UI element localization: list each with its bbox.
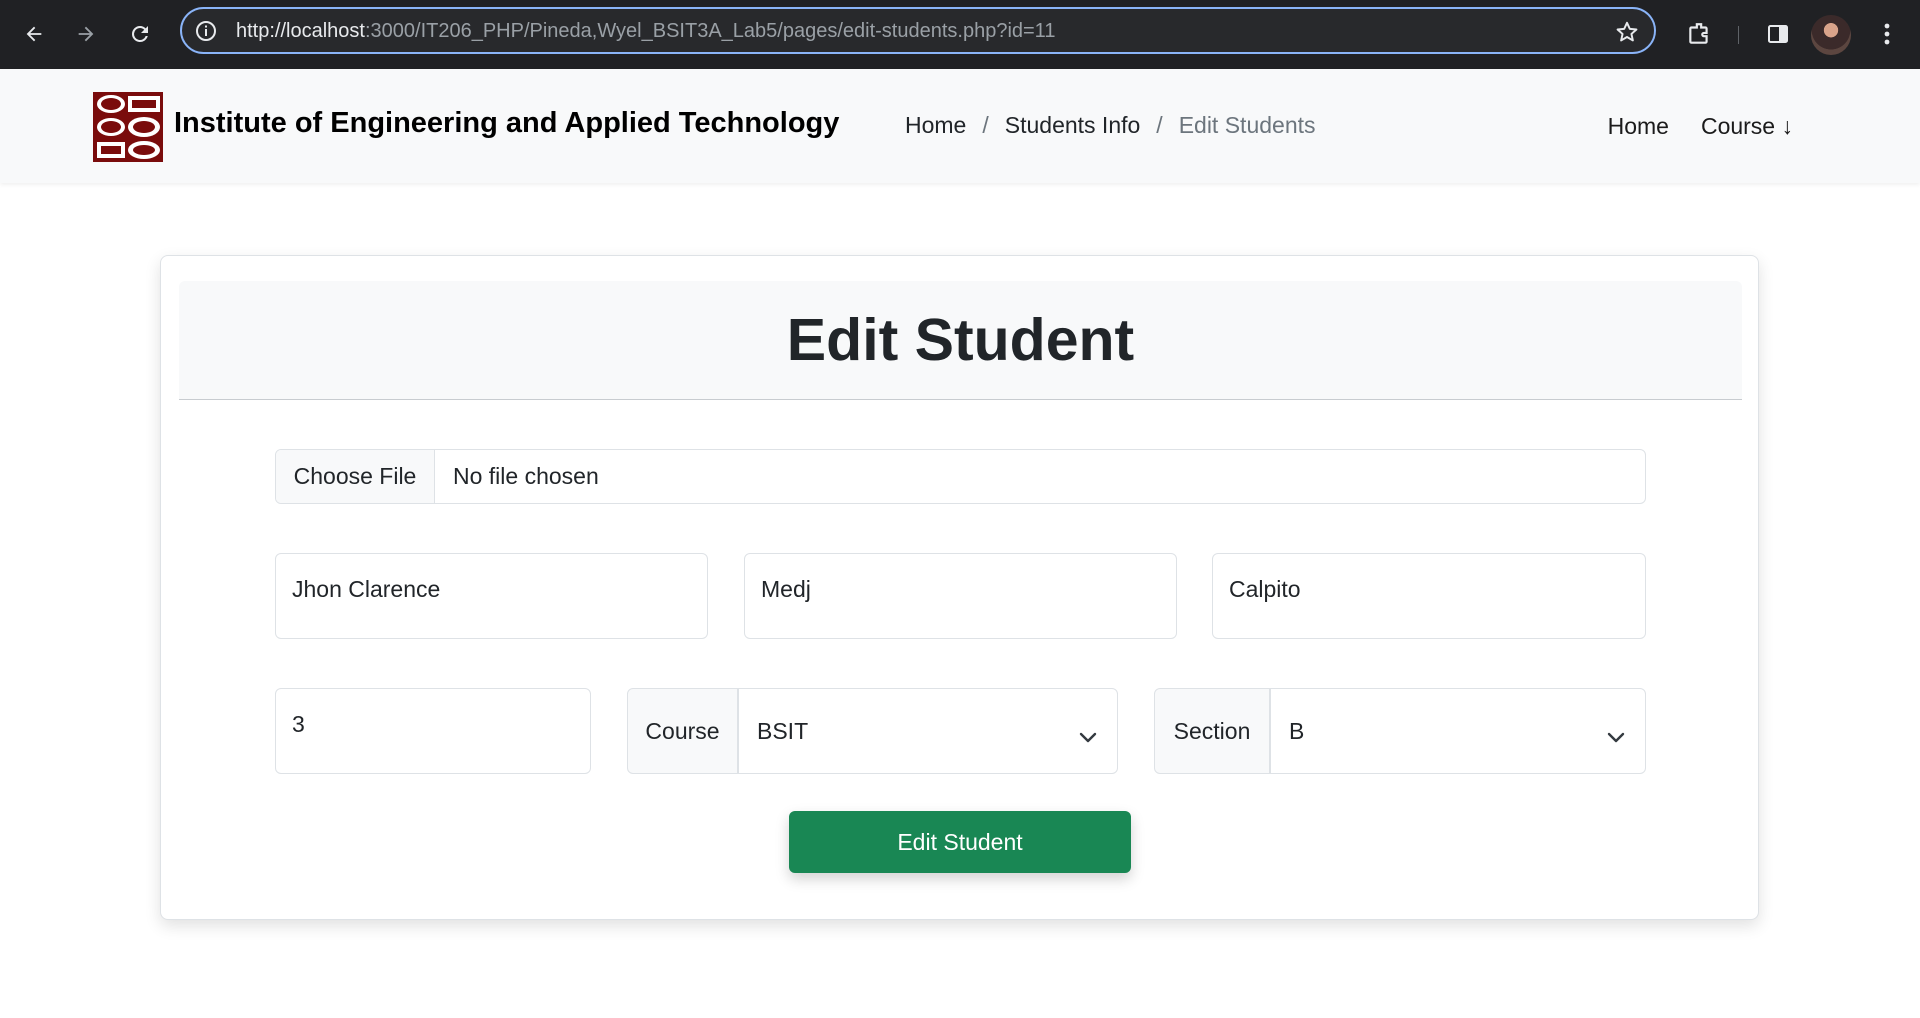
year-level-input[interactable]: 3 xyxy=(275,688,591,774)
institute-logo[interactable] xyxy=(92,91,164,163)
section-selected-value: B xyxy=(1289,717,1305,744)
site-info-icon[interactable] xyxy=(194,19,218,43)
course-addon-label: Course xyxy=(627,688,738,774)
breadcrumb-edit-students: Edit Students xyxy=(1178,112,1316,138)
reload-icon[interactable] xyxy=(120,14,160,54)
chevron-down-icon xyxy=(1079,723,1097,750)
browser-toolbar: http://localhost:3000/IT206_PHP/Pineda,W… xyxy=(0,0,1920,69)
breadcrumb-separator: / xyxy=(982,112,989,138)
course-selected-value: BSIT xyxy=(757,717,809,744)
back-arrow-icon[interactable] xyxy=(14,14,54,54)
forward-arrow-icon[interactable] xyxy=(66,14,106,54)
edit-student-submit-button[interactable]: Edit Student xyxy=(789,811,1131,873)
nav-links: Home Course ↓ xyxy=(1608,113,1793,140)
more-menu-icon[interactable] xyxy=(1867,14,1907,54)
choose-file-button[interactable]: Choose File xyxy=(276,450,435,503)
file-status-text: No file chosen xyxy=(453,463,599,489)
side-panel-icon[interactable] xyxy=(1758,14,1798,54)
first-name-input[interactable]: Jhon Clarence xyxy=(275,553,708,639)
photo-file-input[interactable]: Choose File No file chosen xyxy=(275,449,1646,504)
toolbar-divider xyxy=(1738,26,1739,44)
chevron-down-icon xyxy=(1607,723,1625,750)
page-title: Edit Student xyxy=(786,307,1135,373)
breadcrumb: Home / Students Info / Edit Students xyxy=(905,112,1316,139)
course-select[interactable]: BSIT xyxy=(738,688,1118,774)
breadcrumb-separator: / xyxy=(1156,112,1163,138)
nav-dropdown-course[interactable]: Course ↓ xyxy=(1701,113,1793,140)
card-header: Edit Student xyxy=(179,281,1742,400)
profile-avatar[interactable] xyxy=(1811,15,1851,55)
bookmark-star-icon[interactable] xyxy=(1614,19,1640,50)
nav-link-home[interactable]: Home xyxy=(1608,113,1669,140)
section-addon-label: Section xyxy=(1154,688,1270,774)
middle-name-input[interactable]: Medj xyxy=(744,553,1177,639)
extensions-icon[interactable] xyxy=(1679,14,1719,54)
address-bar[interactable]: http://localhost:3000/IT206_PHP/Pineda,W… xyxy=(180,7,1656,54)
breadcrumb-students-info[interactable]: Students Info xyxy=(1005,112,1141,139)
last-name-input[interactable]: Calpito xyxy=(1212,553,1646,639)
navbar-brand[interactable]: Institute of Engineering and Applied Tec… xyxy=(174,107,839,140)
edit-student-card: Edit Student Choose File No file chosen … xyxy=(160,255,1759,920)
section-select[interactable]: B xyxy=(1270,688,1646,774)
url-text: http://localhost:3000/IT206_PHP/Pineda,W… xyxy=(236,20,1056,42)
breadcrumb-home[interactable]: Home xyxy=(905,112,966,139)
site-navbar: Institute of Engineering and Applied Tec… xyxy=(0,69,1920,183)
